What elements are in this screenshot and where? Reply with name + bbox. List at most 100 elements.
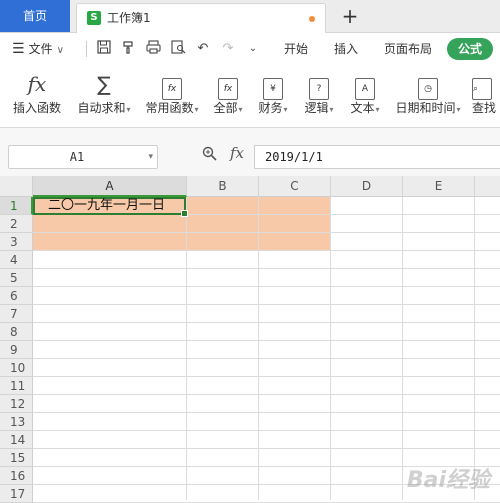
row-header-12[interactable]: 12: [0, 395, 33, 413]
divider: [86, 41, 87, 57]
row-header-17[interactable]: 17: [0, 485, 33, 503]
row-header-11[interactable]: 11: [0, 377, 33, 395]
text-button[interactable]: A 文本▾: [346, 69, 384, 125]
gridline: [330, 197, 331, 500]
gridline: [33, 394, 500, 395]
text-icon: A: [346, 69, 384, 100]
tab-home[interactable]: 首页: [0, 0, 70, 32]
menu-bar: ☰ 文件 ∨ ↶ ↷ ⌄ 开始 插入 页面布局 公式: [0, 33, 500, 65]
lookup-button[interactable]: ⌕ 查找: [472, 69, 500, 125]
fill-handle[interactable]: [181, 210, 188, 217]
gridline: [33, 448, 500, 449]
gridline: [33, 376, 500, 377]
menu-insert[interactable]: 插入: [334, 33, 358, 65]
formula-input-value: 2019/1/1: [265, 150, 323, 164]
all-functions-icon: fx: [210, 69, 246, 100]
insert-function-fx-button[interactable]: fx: [230, 144, 244, 162]
row-header-7[interactable]: 7: [0, 305, 33, 323]
gridline: [33, 430, 500, 431]
text-label: 文本: [350, 101, 375, 115]
spreadsheet-grid[interactable]: A B C D E 1 2 3 4 5 6 7 8 9 10 11 12 13 14 15 16 17 二〇一九…: [0, 176, 500, 503]
chevron-down-icon: ∨: [56, 45, 64, 56]
insert-function-label: 插入函数: [12, 101, 61, 115]
gridline: [402, 197, 403, 500]
row-header-5[interactable]: 5: [0, 269, 33, 287]
column-header-b[interactable]: B: [187, 176, 259, 197]
dropdown-arrow-icon: ▾: [238, 105, 243, 114]
row-header-9[interactable]: 9: [0, 341, 33, 359]
dropdown-arrow-icon: ▾: [283, 105, 288, 114]
gridline: [33, 250, 500, 251]
datetime-label: 日期和时间: [395, 101, 456, 115]
gridline: [258, 197, 259, 500]
column-header-c[interactable]: C: [259, 176, 331, 197]
tab-workbook[interactable]: S 工作簿1: [76, 3, 326, 33]
dropdown-arrow-icon: ▾: [329, 105, 334, 114]
column-header-e[interactable]: E: [403, 176, 475, 197]
common-functions-button[interactable]: fx 常用函数▾: [142, 69, 202, 125]
row-header-16[interactable]: 16: [0, 467, 33, 485]
file-menu-label: 文件: [28, 42, 53, 56]
row-header-2[interactable]: 2: [0, 215, 33, 233]
column-header-a[interactable]: A: [33, 176, 187, 197]
customize-toolbar-icon[interactable]: ⌄: [244, 40, 262, 58]
common-functions-label: 常用函数: [145, 101, 194, 115]
cell-a1-value: 二〇一九年一月一日: [48, 198, 166, 213]
zoom-lookup-icon[interactable]: [202, 146, 217, 165]
tab-workbook-title: 工作簿1: [107, 11, 151, 25]
chevron-down-icon[interactable]: ▾: [148, 146, 153, 168]
ribbon: fx 插入函数 ∑ 自动求和▾ fx 常用函数▾ fx 全部▾ ¥ 财务▾ ? …: [0, 65, 500, 128]
dropdown-arrow-icon: ▾: [456, 105, 461, 114]
row-header-10[interactable]: 10: [0, 359, 33, 377]
unsaved-dot-icon: [309, 16, 315, 22]
gridline: [33, 304, 500, 305]
column-header-f[interactable]: [475, 176, 500, 197]
row-header-15[interactable]: 15: [0, 449, 33, 467]
gridline: [474, 197, 475, 500]
name-box-value: A1: [69, 150, 85, 164]
insert-function-button[interactable]: fx 插入函数: [10, 69, 64, 125]
row-header-6[interactable]: 6: [0, 287, 33, 305]
logic-icon: ?: [300, 69, 338, 100]
finance-button[interactable]: ¥ 财务▾: [254, 69, 292, 125]
new-tab-button[interactable]: +: [338, 3, 362, 29]
menu-page-layout[interactable]: 页面布局: [384, 33, 432, 65]
gridline: [33, 286, 500, 287]
dropdown-arrow-icon: ▾: [194, 105, 199, 114]
name-box[interactable]: A1 ▾: [8, 145, 158, 169]
row-header-3[interactable]: 3: [0, 233, 33, 251]
format-painter-icon[interactable]: [119, 40, 137, 58]
print-icon[interactable]: [144, 40, 162, 58]
lookup-label: 查找: [472, 101, 497, 115]
spreadsheet-icon: S: [87, 11, 101, 25]
redo-icon[interactable]: ↷: [219, 40, 237, 58]
row-header-1[interactable]: 1: [0, 197, 33, 215]
sigma-icon: ∑: [97, 72, 111, 96]
autosum-button[interactable]: ∑ 自动求和▾: [74, 69, 134, 125]
logic-button[interactable]: ? 逻辑▾: [300, 69, 338, 125]
datetime-button[interactable]: ◷ 日期和时间▾: [392, 69, 464, 125]
row-header-13[interactable]: 13: [0, 413, 33, 431]
save-icon[interactable]: [95, 40, 113, 58]
print-preview-icon[interactable]: [169, 40, 187, 58]
menu-formulas[interactable]: 公式: [447, 38, 493, 60]
row-header-14[interactable]: 14: [0, 431, 33, 449]
watermark: Bai经验: [406, 468, 490, 493]
column-header-d[interactable]: D: [331, 176, 403, 197]
common-functions-icon: fx: [142, 69, 202, 100]
gridline: [33, 340, 500, 341]
hamburger-icon: ☰: [12, 41, 25, 57]
all-functions-label: 全部: [213, 101, 238, 115]
select-all-corner[interactable]: [0, 176, 33, 197]
datetime-icon: ◷: [392, 69, 464, 100]
gridline: [33, 412, 500, 413]
all-functions-button[interactable]: fx 全部▾: [210, 69, 246, 125]
lookup-icon: ⌕: [472, 69, 500, 100]
row-header-4[interactable]: 4: [0, 251, 33, 269]
undo-icon[interactable]: ↶: [194, 40, 212, 58]
gridline: [33, 358, 500, 359]
row-header-8[interactable]: 8: [0, 323, 33, 341]
formula-input[interactable]: 2019/1/1: [254, 145, 500, 169]
file-menu[interactable]: ☰ 文件 ∨: [12, 33, 64, 67]
menu-start[interactable]: 开始: [284, 33, 308, 65]
